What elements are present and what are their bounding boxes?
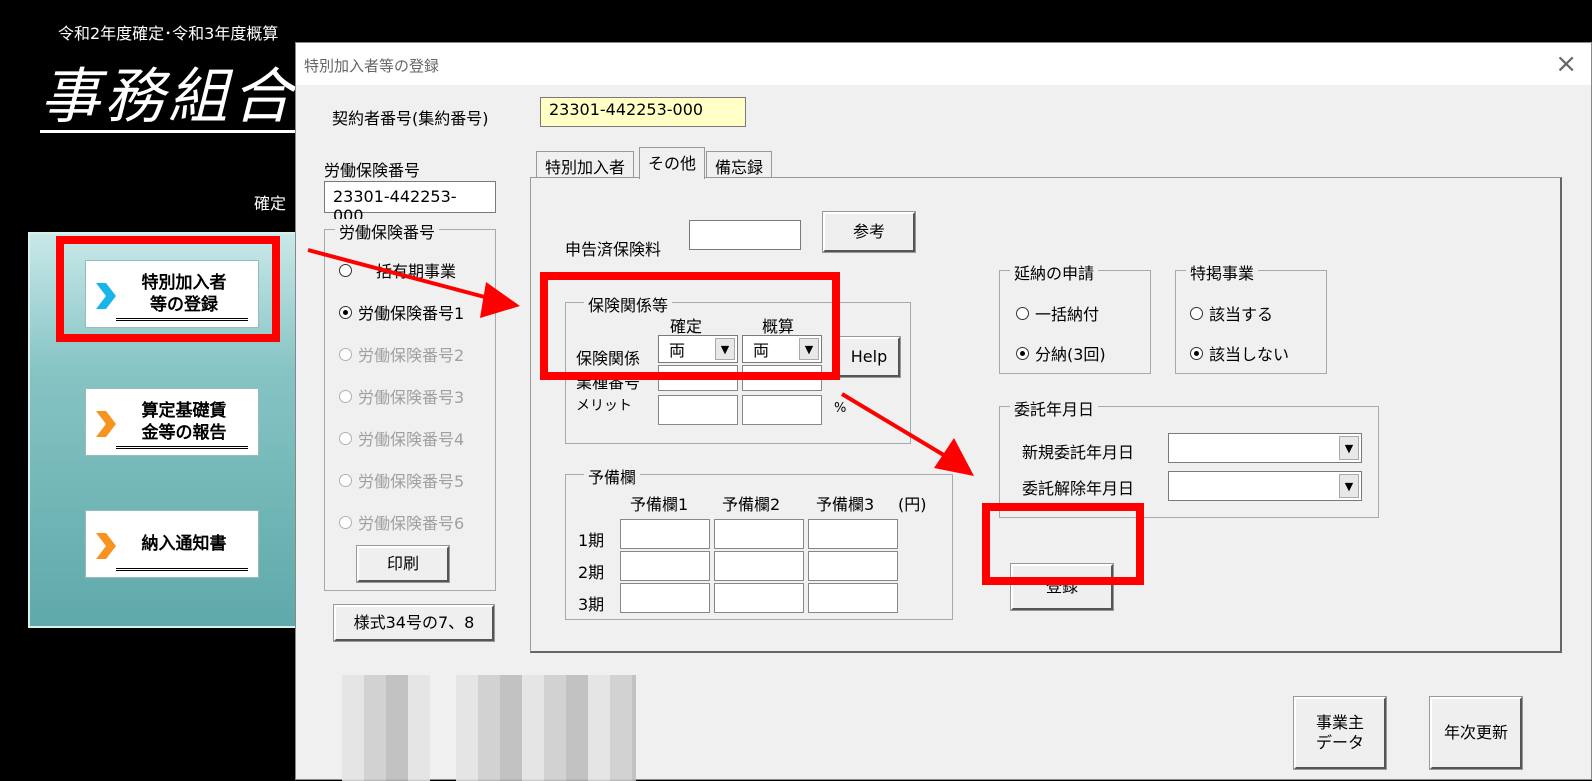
arrow-line-2	[840, 392, 954, 462]
tab-sonota[interactable]: その他	[639, 147, 706, 179]
arrow-head-2	[934, 438, 974, 476]
arrow-head-1	[480, 282, 520, 318]
annotation-arrows	[307, 248, 974, 476]
arrow-line-1	[307, 248, 497, 302]
